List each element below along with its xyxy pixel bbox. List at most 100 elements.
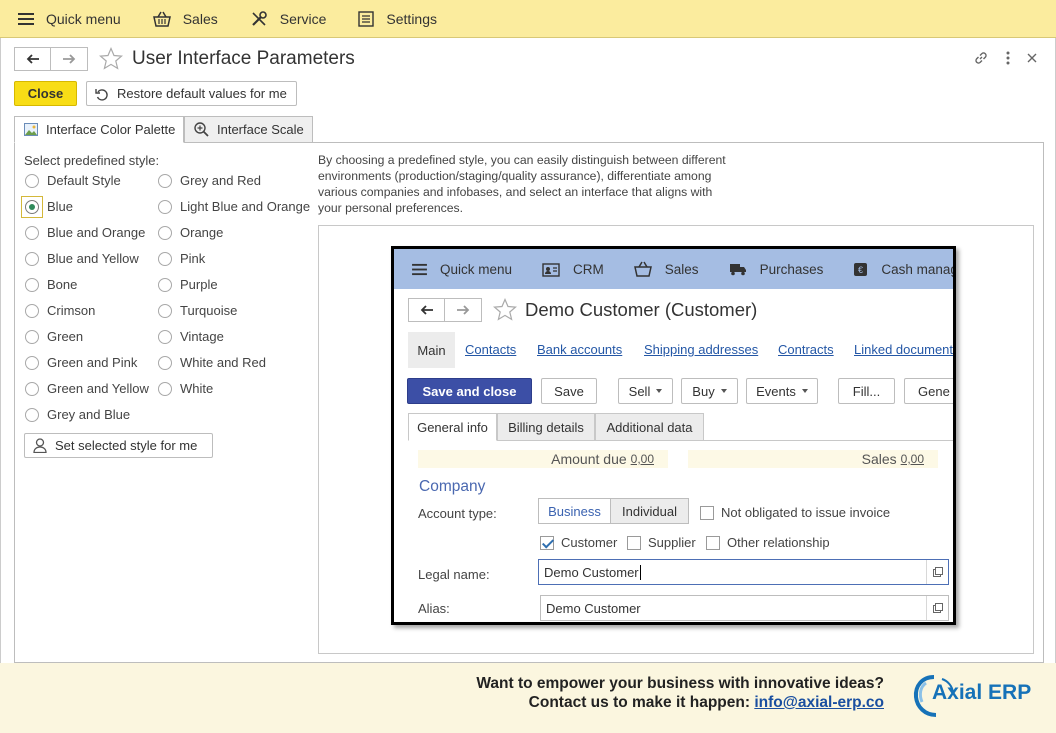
preview-tab-general-info: General info — [408, 413, 497, 441]
preview-save-close-button: Save and close — [407, 378, 532, 404]
style-option[interactable]: Turquoise — [158, 303, 237, 318]
preview-buy-button: Buy — [681, 378, 738, 404]
user-icon — [33, 438, 47, 453]
preview-supplier-check: Supplier — [627, 535, 696, 550]
preview-link-shipping: Shipping addresses — [644, 342, 759, 357]
style-option[interactable]: White — [158, 381, 213, 396]
preview-tab-additional: Additional data — [595, 413, 704, 441]
window-actions — [973, 50, 1037, 66]
sales-menu-label: Sales — [182, 10, 218, 27]
svg-text:€: € — [858, 265, 863, 275]
settings-menu-button[interactable]: Settings — [340, 0, 451, 38]
preview-events-button: Events — [746, 378, 818, 404]
style-option[interactable]: Crimson — [25, 303, 95, 318]
basket-icon — [152, 11, 171, 27]
style-option[interactable]: Pink — [158, 251, 205, 266]
style-option[interactable]: Bone — [25, 277, 77, 292]
preview-quick-menu: Quick menu — [394, 262, 524, 277]
preview-link-bank-accounts: Bank accounts — [537, 342, 623, 357]
style-option[interactable]: Grey and Red — [158, 173, 261, 188]
sales-menu-button[interactable]: Sales — [135, 0, 232, 38]
open-icon — [926, 560, 948, 584]
settings-menu-label: Settings — [386, 10, 438, 27]
restore-defaults-button[interactable]: Restore default values for me — [86, 81, 297, 106]
arrow-right-icon — [457, 305, 470, 315]
preview-amount-due: Amount due 0,00 — [418, 450, 668, 468]
preview-save-button: Save — [541, 378, 597, 404]
star-icon — [99, 46, 123, 70]
preview-legal-name-field: Demo Customer — [538, 559, 949, 585]
open-icon — [926, 596, 948, 620]
service-menu-label: Service — [279, 10, 327, 27]
preview-alias-field: Demo Customer — [540, 595, 949, 621]
tab-color-palette[interactable]: Interface Color Palette — [14, 116, 184, 143]
restore-defaults-label: Restore default values for me — [117, 86, 287, 101]
quick-menu-label: Quick menu — [46, 10, 121, 27]
style-option[interactable]: Blue and Orange — [25, 225, 145, 240]
back-button[interactable] — [14, 47, 51, 71]
more-icon[interactable] — [1005, 51, 1011, 65]
preview-crm: CRM — [524, 262, 616, 277]
preview-sales: Sales — [616, 261, 711, 277]
arrow-right-icon — [63, 54, 76, 64]
close-button[interactable]: Close — [14, 81, 77, 106]
style-option[interactable]: Purple — [158, 277, 218, 292]
style-option[interactable]: Orange — [158, 225, 223, 240]
preview-tab-billing: Billing details — [497, 413, 595, 441]
star-icon — [493, 297, 517, 321]
zoom-icon — [194, 122, 209, 137]
style-option[interactable]: Green and Yellow — [25, 381, 149, 396]
service-menu-button[interactable]: Service — [232, 0, 341, 38]
tab-interface-scale-label: Interface Scale — [217, 122, 304, 137]
quick-menu-button[interactable]: Quick menu — [0, 0, 135, 38]
preview-sales-total: Sales 0,00 — [688, 450, 938, 468]
style-option[interactable]: White and Red — [158, 355, 266, 370]
style-option[interactable]: Blue and Yellow — [25, 251, 139, 266]
preview-gene-button: Gene — [904, 378, 953, 404]
cash-icon: € — [854, 262, 868, 276]
set-style-label: Set selected style for me — [55, 438, 198, 453]
preview-account-type-label: Account type: — [418, 506, 497, 521]
contact-email-link[interactable]: info@axial-erp.co — [754, 694, 884, 711]
arrow-left-icon — [420, 305, 433, 315]
truck-icon — [729, 264, 746, 276]
history-nav — [14, 47, 88, 71]
preview-account-individual: Individual — [611, 498, 689, 524]
style-option[interactable]: Green — [25, 329, 83, 344]
close-icon[interactable] — [1027, 53, 1037, 63]
style-option[interactable]: Blue — [21, 196, 73, 218]
favorite-button[interactable] — [99, 46, 123, 73]
style-option[interactable]: Grey and Blue — [25, 407, 130, 422]
undo-icon — [95, 88, 108, 101]
style-option[interactable]: Light Blue and Orange — [158, 199, 310, 214]
preview-section-company: Company — [419, 478, 486, 495]
forward-button[interactable] — [51, 47, 88, 71]
contact-card-icon — [542, 262, 560, 277]
select-style-label: Select predefined style: — [24, 153, 160, 168]
tab-interface-scale[interactable]: Interface Scale — [184, 116, 313, 143]
preview-back-button — [408, 298, 445, 322]
preview-main-tab: Main — [408, 332, 455, 368]
tab-color-palette-label: Interface Color Palette — [46, 122, 176, 137]
preview-customer-check: Customer — [540, 535, 617, 550]
preview-link-linked-documents: Linked document — [854, 342, 954, 357]
style-option[interactable]: Default Style — [25, 173, 121, 188]
style-preview: Quick menu CRM Sales Purchases € Cash ma… — [391, 246, 956, 625]
preview-legal-name-label: Legal name: — [418, 567, 490, 582]
preview-link-contacts: Contacts — [465, 342, 517, 357]
style-option[interactable]: Vintage — [158, 329, 224, 344]
preview-not-obligated: Not obligated to issue invoice — [700, 505, 890, 520]
basket-icon — [633, 261, 652, 277]
preview-purchases: Purchases — [711, 262, 836, 277]
preview-sell-button: Sell — [618, 378, 673, 404]
arrow-left-icon — [26, 54, 39, 64]
promo-line-1: Want to empower your business with innov… — [476, 675, 884, 692]
preview-alias-label: Alias: — [418, 601, 450, 616]
preview-account-business: Business — [538, 498, 611, 524]
hamburger-icon — [18, 12, 34, 25]
style-option[interactable]: Green and Pink — [25, 355, 137, 370]
link-icon[interactable] — [973, 50, 989, 66]
preview-other-check: Other relationship — [706, 535, 830, 550]
set-style-button[interactable]: Set selected style for me — [24, 433, 213, 458]
preview-menu-bar: Quick menu CRM Sales Purchases € Cash ma… — [394, 249, 953, 289]
